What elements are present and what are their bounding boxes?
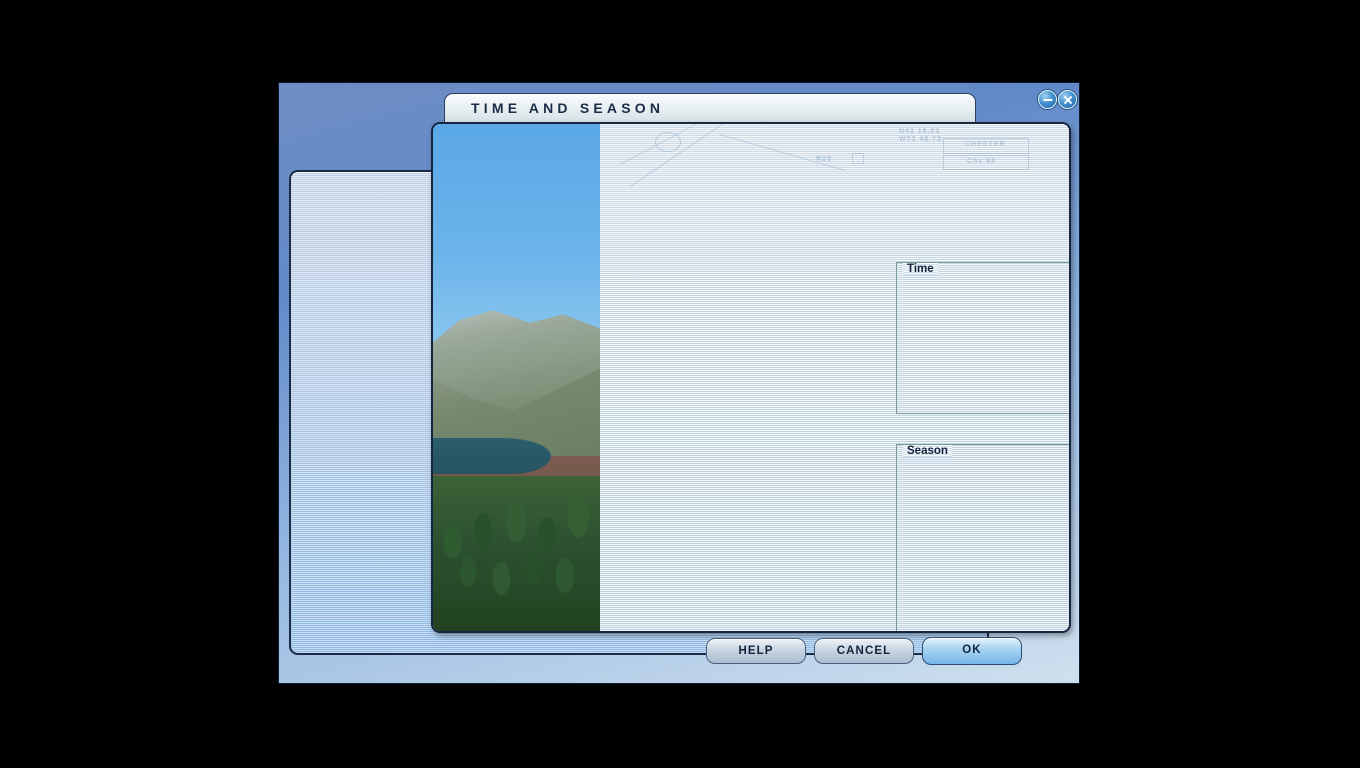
time-group (896, 262, 1069, 414)
screen-root: TIME AND SEASON N42 16.03 W73 48.73 CHES… (0, 0, 1360, 768)
watermark-line-2 (629, 124, 788, 187)
season-group (896, 444, 1069, 631)
terrain-preview-image (433, 124, 600, 631)
close-icon[interactable] (1058, 90, 1077, 109)
watermark-line-1 (619, 124, 753, 165)
help-button[interactable]: HELP (706, 638, 806, 664)
watermark-chester: CHESTER (965, 141, 1006, 148)
watermark-circle (655, 132, 681, 152)
page-title: TIME AND SEASON (471, 100, 665, 116)
watermark-coord-2: W73 48.73 (899, 136, 942, 143)
preview-forest (433, 476, 600, 631)
watermark-chs: Chs 68 (967, 158, 996, 165)
watermark-line-3 (719, 134, 846, 171)
time-and-season-dialog: N42 16.03 W73 48.73 CHESTER Chs 68 R20 T… (431, 122, 1071, 633)
cancel-button[interactable]: CANCEL (814, 638, 914, 664)
watermark-box-3 (852, 153, 864, 164)
watermark-coord-1: N42 16.03 (899, 128, 941, 135)
time-group-label: Time (903, 263, 938, 275)
minimize-icon[interactable] (1038, 90, 1057, 109)
season-group-label: Season (903, 445, 952, 457)
preview-lake (433, 438, 551, 474)
ok-button[interactable]: OK (922, 637, 1022, 665)
